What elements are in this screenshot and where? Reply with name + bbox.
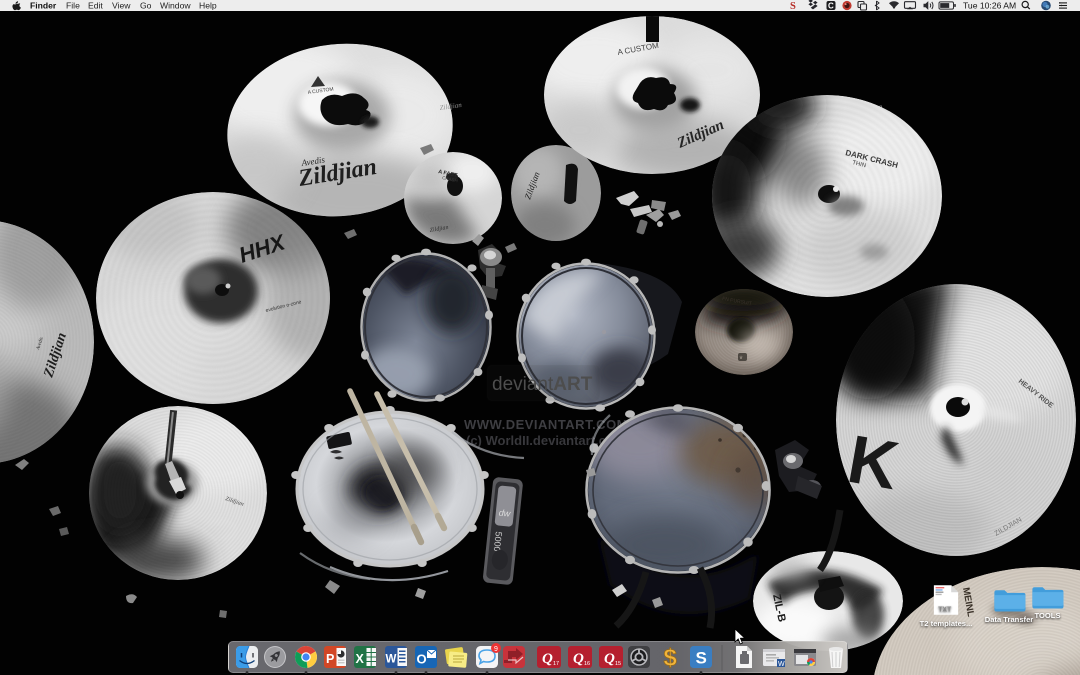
svg-text:Q: Q bbox=[604, 651, 615, 667]
svg-text:17: 17 bbox=[553, 661, 559, 667]
svg-text:W: W bbox=[386, 654, 397, 666]
svg-text:9: 9 bbox=[494, 646, 498, 653]
svg-text:Help: Help bbox=[199, 0, 217, 10]
svg-text:Finder: Finder bbox=[30, 0, 57, 10]
svg-text:dw: dw bbox=[498, 507, 511, 518]
svg-text:deviantART: deviantART bbox=[492, 374, 593, 395]
svg-text:5000: 5000 bbox=[492, 531, 504, 552]
svg-text:W: W bbox=[778, 661, 785, 668]
svg-text:Q: Q bbox=[573, 651, 584, 667]
svg-text:P: P bbox=[326, 652, 334, 666]
svg-text:O: O bbox=[417, 652, 427, 667]
svg-text:Go: Go bbox=[140, 0, 152, 10]
svg-text:C: C bbox=[828, 2, 834, 11]
svg-text:16: 16 bbox=[584, 661, 590, 667]
svg-text:Tue 10:26 AM: Tue 10:26 AM bbox=[963, 0, 1016, 10]
svg-text:File: File bbox=[66, 0, 80, 10]
svg-text:Window: Window bbox=[160, 0, 191, 10]
svg-text:TXT: TXT bbox=[938, 606, 952, 613]
svg-text:S: S bbox=[696, 649, 707, 668]
svg-text:WWW.DEVIANTART.COM: WWW.DEVIANTART.COM bbox=[464, 417, 628, 432]
svg-text:15: 15 bbox=[615, 661, 621, 667]
svg-text:S: S bbox=[790, 1, 796, 11]
svg-text:View: View bbox=[112, 0, 131, 10]
svg-text:X: X bbox=[356, 652, 365, 666]
svg-text:Q: Q bbox=[542, 651, 553, 667]
svg-text:♛: ♛ bbox=[739, 355, 743, 360]
svg-text:$: $ bbox=[664, 645, 678, 672]
svg-text:Edit: Edit bbox=[88, 0, 103, 10]
